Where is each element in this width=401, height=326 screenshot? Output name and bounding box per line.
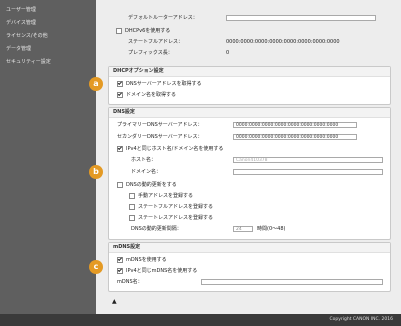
mdns-use-row[interactable]: mDNSを使用する bbox=[117, 256, 167, 264]
secondary-dns-field[interactable]: 0000:0000:0000:0000:0000:0000:0000:0000 bbox=[233, 134, 357, 140]
dynamic-update-label: DNSの動的更新をする bbox=[126, 182, 177, 188]
mdns-use-checkbox[interactable] bbox=[117, 256, 123, 263]
mdns-same-row[interactable]: IPv4と同じmDNS名を使用する bbox=[117, 267, 197, 275]
sidebar-item-device-management[interactable]: デバイス管理 bbox=[0, 17, 96, 30]
callout-b: b bbox=[89, 165, 103, 179]
callout-c: c bbox=[89, 260, 103, 274]
mdns-name-label: mDNS名： bbox=[117, 279, 143, 285]
get-domain-row[interactable]: ドメイン名を取得する bbox=[117, 91, 176, 99]
get-domain-label: ドメイン名を取得する bbox=[126, 92, 177, 98]
dns-section-title: DNS設定 bbox=[109, 108, 390, 118]
host-name-label: ホスト名： bbox=[131, 157, 157, 163]
secondary-dns-label: セカンダリーDNSサーバーアドレス： bbox=[117, 134, 203, 140]
mdns-use-label: mDNSを使用する bbox=[126, 257, 167, 263]
same-host-label: IPv4と同じホスト名/ドメイン名を使用する bbox=[126, 146, 224, 152]
dhcpv6-checkbox[interactable] bbox=[116, 27, 122, 34]
dhcpv6-label: DHCPv6を使用する bbox=[125, 28, 171, 34]
sidebar-item-license[interactable]: ライセンス/その他 bbox=[0, 30, 96, 43]
stateless-addr-label: ステートレスアドレスを登録する bbox=[138, 215, 214, 221]
get-dns-label: DNSサーバーアドレスを取得する bbox=[126, 81, 202, 87]
get-domain-checkbox[interactable] bbox=[117, 91, 123, 98]
ipv6-address-area: デフォルトルーターアドレス： DHCPv6を使用する ステートフルアドレス： 0… bbox=[108, 0, 389, 64]
gateway-label: デフォルトルーターアドレス： bbox=[128, 15, 198, 21]
mdns-name-field[interactable] bbox=[201, 279, 383, 285]
same-host-row[interactable]: IPv4と同じホスト名/ドメイン名を使用する bbox=[117, 145, 223, 153]
primary-dns-field[interactable]: 0000:0000:0000:0000:0000:0000:0000:0000 bbox=[233, 122, 357, 128]
interval-unit: 時間(0～48) bbox=[257, 226, 286, 232]
sidebar: ユーザー管理 デバイス管理 ライセンス/その他 データ管理 セキュリティー設定 bbox=[0, 0, 96, 314]
stateful-addr-checkbox[interactable] bbox=[129, 203, 135, 210]
main-panel: デフォルトルーターアドレス： DHCPv6を使用する ステートフルアドレス： 0… bbox=[96, 0, 401, 314]
dynamic-update-row[interactable]: DNSの動的更新をする bbox=[117, 181, 177, 189]
sidebar-item-user-management[interactable]: ユーザー管理 bbox=[0, 4, 96, 17]
stateful-addr-label: ステートフルアドレスを登録する bbox=[138, 204, 214, 210]
same-host-checkbox[interactable] bbox=[117, 145, 123, 152]
manual-addr-label: 手動アドレスを登録する bbox=[138, 193, 194, 199]
prefix-value: 0 bbox=[226, 50, 230, 56]
sidebar-item-security[interactable]: セキュリティー設定 bbox=[0, 56, 96, 69]
domain-name-label: ドメイン名： bbox=[131, 169, 162, 175]
mdns-same-checkbox[interactable] bbox=[117, 267, 123, 274]
gateway-field[interactable] bbox=[226, 15, 376, 21]
primary-dns-label: プライマリーDNSサーバーアドレス： bbox=[117, 122, 203, 128]
host-name-field[interactable]: Canon410378 bbox=[233, 157, 383, 163]
stateless-addr-row[interactable]: ステートレスアドレスを登録する bbox=[129, 214, 213, 222]
sidebar-item-data-management[interactable]: データ管理 bbox=[0, 43, 96, 56]
get-dns-row[interactable]: DNSサーバーアドレスを取得する bbox=[117, 80, 202, 88]
interval-field[interactable]: 24 bbox=[233, 226, 253, 232]
copyright: Copyright CANON INC. 2016 bbox=[329, 317, 394, 322]
stateful-addr-row[interactable]: ステートフルアドレスを登録する bbox=[129, 203, 213, 211]
dns-section: DNS設定 プライマリーDNSサーバーアドレス： 0000:0000:0000:… bbox=[108, 107, 391, 240]
mdns-section: mDNS設定 mDNSを使用する IPv4と同じmDNS名を使用する mDNS名… bbox=[108, 242, 391, 292]
stateful-label: ステートフルアドレス： bbox=[128, 39, 184, 45]
mdns-section-title: mDNS設定 bbox=[109, 243, 390, 253]
stateless-addr-checkbox[interactable] bbox=[129, 214, 135, 221]
page-top-anchor-icon[interactable]: ▲ bbox=[112, 298, 117, 305]
mdns-same-label: IPv4と同じmDNS名を使用する bbox=[126, 268, 198, 274]
manual-addr-checkbox[interactable] bbox=[129, 192, 135, 199]
dhcp-option-section: DHCPオプション設定 DNSサーバーアドレスを取得する ドメイン名を取得する bbox=[108, 66, 391, 105]
callout-a: a bbox=[89, 77, 103, 91]
interval-label: DNSの動的更新間隔： bbox=[131, 226, 182, 232]
domain-name-field[interactable] bbox=[233, 169, 383, 175]
footer: Copyright CANON INC. 2016 bbox=[0, 314, 401, 326]
get-dns-checkbox[interactable] bbox=[117, 80, 123, 87]
stateful-value: 0000:0000:0000:0000:0000:0000:0000:0000 bbox=[226, 39, 340, 45]
dhcp-section-title: DHCPオプション設定 bbox=[109, 67, 390, 77]
dynamic-update-checkbox[interactable] bbox=[117, 181, 123, 188]
prefix-label: プレフィックス長： bbox=[128, 50, 173, 56]
dhcpv6-row[interactable]: DHCPv6を使用する bbox=[116, 27, 170, 35]
manual-addr-row[interactable]: 手動アドレスを登録する bbox=[129, 192, 193, 200]
